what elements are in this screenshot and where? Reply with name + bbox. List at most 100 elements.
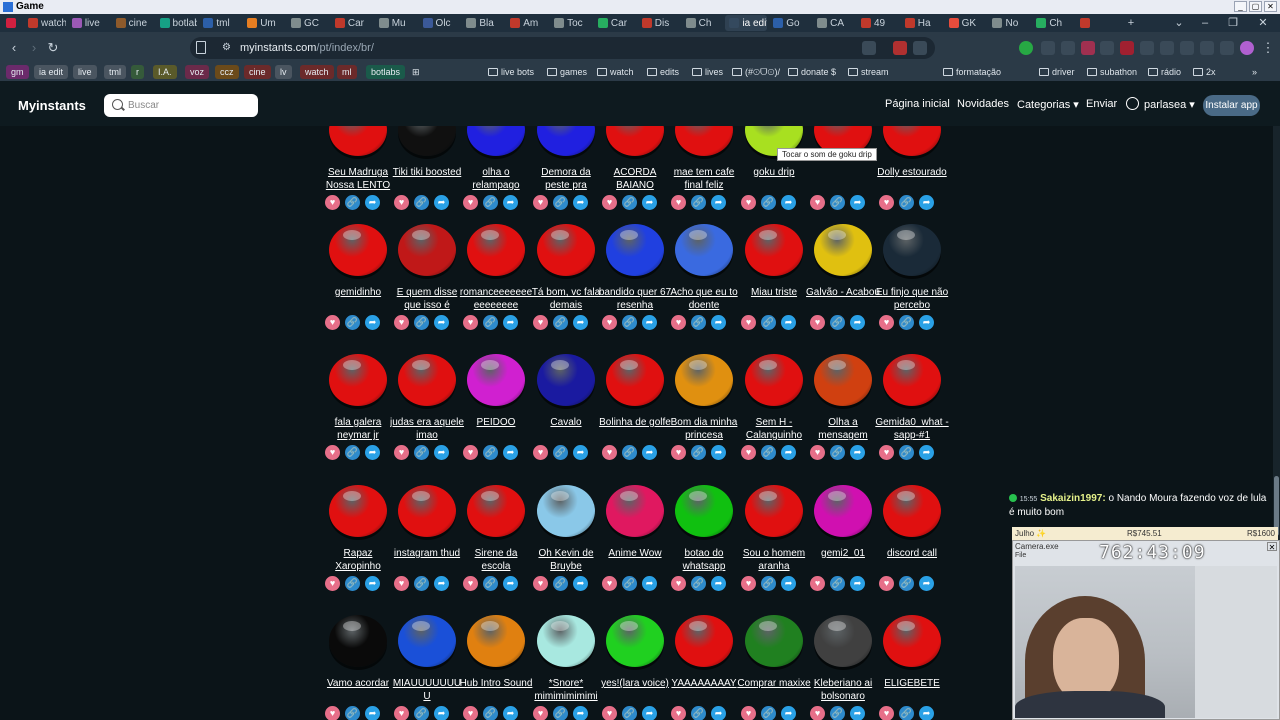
share-icon[interactable]: ➦ xyxy=(434,706,449,720)
play-sound-button[interactable] xyxy=(745,615,803,667)
search-input[interactable] xyxy=(128,97,253,114)
bookmark-gm[interactable]: gm xyxy=(6,65,29,79)
tab-um[interactable]: Um xyxy=(243,15,285,31)
share-icon[interactable]: ➦ xyxy=(850,445,865,460)
favorite-heart-icon[interactable]: ♥ xyxy=(741,195,756,210)
share-icon[interactable]: ➦ xyxy=(642,315,657,330)
favorite-heart-icon[interactable]: ♥ xyxy=(879,315,894,330)
extension-icon-4[interactable] xyxy=(1100,41,1114,55)
copy-link-icon[interactable]: 🔗 xyxy=(483,445,498,460)
favorite-heart-icon[interactable]: ♥ xyxy=(810,315,825,330)
instant-name[interactable]: gemidinho xyxy=(321,286,395,312)
share-icon[interactable]: ➦ xyxy=(781,195,796,210)
tab-olc[interactable]: Olc xyxy=(419,15,461,31)
bookmark-folder[interactable]: subathon xyxy=(1087,65,1137,79)
share-icon[interactable]: ➦ xyxy=(711,576,726,591)
play-sound-button[interactable] xyxy=(606,224,664,276)
share-icon[interactable]: ➦ xyxy=(503,315,518,330)
share-icon[interactable]: ➦ xyxy=(781,576,796,591)
copy-link-icon[interactable]: 🔗 xyxy=(899,445,914,460)
address-bar[interactable]: ⚙ myinstants.com/pt/index/br/ xyxy=(190,37,935,59)
share-icon[interactable]: ➦ xyxy=(503,576,518,591)
favorite-heart-icon[interactable]: ♥ xyxy=(602,195,617,210)
share-icon[interactable]: ➦ xyxy=(365,576,380,591)
site-info-icon[interactable]: ⚙ xyxy=(222,42,231,53)
close-icon[interactable]: ✕ xyxy=(1267,542,1277,552)
share-icon[interactable]: ➦ xyxy=(503,445,518,460)
play-sound-button[interactable] xyxy=(467,615,525,667)
favorite-heart-icon[interactable]: ♥ xyxy=(602,315,617,330)
maximize-icon[interactable]: ▢ xyxy=(1249,1,1262,12)
instant-name[interactable]: Dolly estourado xyxy=(875,166,949,192)
copy-link-icon[interactable]: 🔗 xyxy=(691,315,706,330)
instant-name[interactable]: Sou o homem aranha xyxy=(737,547,811,573)
instant-name[interactable]: discord call xyxy=(875,547,949,573)
copy-link-icon[interactable]: 🔗 xyxy=(899,315,914,330)
copy-link-icon[interactable]: 🔗 xyxy=(691,445,706,460)
instant-name[interactable]: MIAUUUUUUU U xyxy=(390,677,464,703)
copy-link-icon[interactable]: 🔗 xyxy=(414,315,429,330)
favorite-heart-icon[interactable]: ♥ xyxy=(879,445,894,460)
favorite-heart-icon[interactable]: ♥ xyxy=(463,195,478,210)
share-icon[interactable]: ➦ xyxy=(434,445,449,460)
share-icon[interactable]: ➦ xyxy=(850,195,865,210)
bookmark-folder[interactable]: (#⊙ᗜ⊙)/ xyxy=(732,65,780,79)
user-icon[interactable] xyxy=(1126,97,1139,110)
bookmark-lv[interactable]: lv xyxy=(275,65,292,79)
copy-link-icon[interactable]: 🔗 xyxy=(345,706,360,720)
share-icon[interactable]: ➦ xyxy=(781,315,796,330)
tab-tml[interactable]: tml xyxy=(199,15,241,31)
instant-name[interactable]: Kleberiano ai bolsonaro xyxy=(806,677,880,703)
apps-grid-icon[interactable]: ⊞ xyxy=(412,65,420,79)
bookmark-folder[interactable]: donate $ xyxy=(788,65,836,79)
bookmark-ccz[interactable]: ccz xyxy=(215,65,239,79)
favorite-heart-icon[interactable]: ♥ xyxy=(463,315,478,330)
share-icon[interactable]: ➦ xyxy=(434,576,449,591)
share-icon[interactable]: ➦ xyxy=(919,195,934,210)
instant-name[interactable]: gemi2_01 xyxy=(806,547,880,573)
favorite-heart-icon[interactable]: ♥ xyxy=(810,195,825,210)
bookmark-folder[interactable]: formatação xyxy=(943,65,1001,79)
instant-name[interactable]: YAAAAAAAAY xyxy=(667,677,741,703)
sidebar-icon[interactable] xyxy=(1160,41,1174,55)
copy-link-icon[interactable]: 🔗 xyxy=(622,315,637,330)
share-icon[interactable]: ➦ xyxy=(642,195,657,210)
share-icon[interactable]: ➦ xyxy=(434,315,449,330)
share-icon[interactable]: ➦ xyxy=(781,445,796,460)
favorite-heart-icon[interactable]: ♥ xyxy=(810,576,825,591)
bookmark-folder[interactable]: rádio xyxy=(1148,65,1181,79)
tab-dis[interactable]: Dis xyxy=(638,15,680,31)
copy-link-icon[interactable]: 🔗 xyxy=(691,706,706,720)
search-box[interactable] xyxy=(104,94,258,117)
tab-bla[interactable]: Bla xyxy=(462,15,504,31)
play-sound-button[interactable] xyxy=(675,615,733,667)
favorite-heart-icon[interactable]: ♥ xyxy=(671,195,686,210)
new-tab-icon[interactable]: + xyxy=(1120,15,1142,31)
instant-name[interactable]: Bolinha de golfe xyxy=(598,416,672,442)
favorite-heart-icon[interactable]: ♥ xyxy=(741,445,756,460)
favorite-heart-icon[interactable]: ♥ xyxy=(325,195,340,210)
favorite-heart-icon[interactable]: ♥ xyxy=(810,445,825,460)
instant-name[interactable] xyxy=(806,166,880,192)
bookmark-cine[interactable]: cine xyxy=(244,65,271,79)
tab-search-icon[interactable] xyxy=(1180,41,1194,55)
reload-icon[interactable]: ↻ xyxy=(45,40,61,56)
instant-name[interactable]: Tá bom, vc fala demais xyxy=(529,286,603,312)
copy-link-icon[interactable]: 🔗 xyxy=(830,315,845,330)
tab-gk[interactable]: GK xyxy=(945,15,987,31)
minimize-icon[interactable]: _ xyxy=(1234,1,1247,12)
extension-icon-3[interactable] xyxy=(1081,41,1095,55)
copy-link-icon[interactable]: 🔗 xyxy=(899,576,914,591)
share-icon[interactable]: ➦ xyxy=(711,706,726,720)
instant-name[interactable]: Eu finjo que não percebo xyxy=(875,286,949,312)
share-icon[interactable]: ➦ xyxy=(781,706,796,720)
share-icon[interactable]: ➦ xyxy=(642,445,657,460)
favorite-heart-icon[interactable]: ♥ xyxy=(394,315,409,330)
favorite-heart-icon[interactable]: ♥ xyxy=(879,195,894,210)
copy-link-icon[interactable]: 🔗 xyxy=(414,195,429,210)
share-icon[interactable]: ➦ xyxy=(573,706,588,720)
copy-link-icon[interactable]: 🔗 xyxy=(691,576,706,591)
share-icon[interactable]: ➦ xyxy=(642,576,657,591)
tab-ch[interactable]: Ch xyxy=(682,15,724,31)
back-icon[interactable]: ‹ xyxy=(6,40,22,56)
